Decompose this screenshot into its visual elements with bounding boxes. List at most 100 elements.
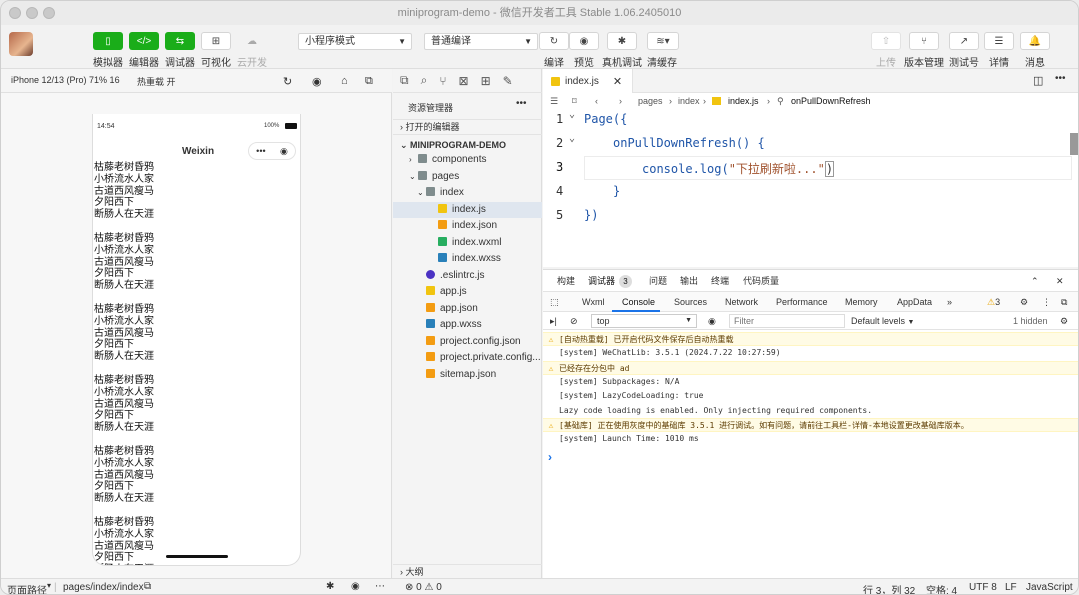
editor-toggle-button[interactable]: </> xyxy=(129,32,159,50)
list-icon[interactable]: ☰ xyxy=(550,93,558,109)
bug-icon[interactable]: ✱ xyxy=(326,581,334,592)
tab-problems[interactable]: 问题 xyxy=(649,270,667,292)
tab-network[interactable]: Network xyxy=(725,292,758,312)
close-icon[interactable]: ✕ xyxy=(1056,270,1064,292)
copy-icon[interactable]: ⧉ xyxy=(144,581,151,592)
gear-icon[interactable]: ⚙ xyxy=(1060,312,1068,330)
breadcrumb-pages[interactable]: pages xyxy=(638,93,663,109)
more-icon[interactable]: ⋯ xyxy=(375,581,385,592)
page-path-label[interactable]: 页面路径 xyxy=(7,582,47,594)
compile-button[interactable]: ↻ xyxy=(539,32,569,50)
tab-build[interactable]: 构建 xyxy=(557,270,575,292)
extensions-icon[interactable]: ⊞ xyxy=(481,74,491,88)
close-circle-icon[interactable]: ◉ xyxy=(280,146,288,157)
branch-icon[interactable]: ⑂ xyxy=(439,74,446,88)
encoding[interactable]: UTF 8 xyxy=(969,582,997,593)
sidebar-icon[interactable]: ▸| xyxy=(550,312,557,330)
more-icon[interactable]: ••• xyxy=(256,146,265,156)
tab-memory[interactable]: Memory xyxy=(845,292,878,312)
refresh-icon[interactable]: ↻ xyxy=(283,75,292,88)
forward-icon[interactable]: › xyxy=(619,93,622,109)
fold-icon[interactable]: ⌄ xyxy=(569,133,575,144)
open-editors-header[interactable]: › 打开的编辑器 xyxy=(393,119,542,135)
popout-icon[interactable]: ⧉ xyxy=(365,75,373,88)
language-mode[interactable]: JavaScript xyxy=(1026,582,1073,593)
more-tabs-icon[interactable]: » xyxy=(947,292,952,312)
chevron-up-icon[interactable]: ⌃ xyxy=(1031,270,1039,292)
upload-button[interactable]: ⇧ xyxy=(871,32,901,50)
file-tree-item[interactable]: app.json xyxy=(393,301,542,317)
close-window-button[interactable] xyxy=(9,7,21,19)
file-tree-item[interactable]: index.wxss xyxy=(393,251,542,267)
console-message[interactable]: [system] Subpackages: N/A xyxy=(543,375,1078,389)
tab-code-quality[interactable]: 代码质量 xyxy=(743,270,779,292)
tab-appdata[interactable]: AppData xyxy=(897,292,932,312)
console-message[interactable]: [system] LazyCodeLoading: true xyxy=(543,389,1078,403)
file-tree-item[interactable]: index.json xyxy=(393,218,542,234)
minimize-window-button[interactable] xyxy=(26,7,38,19)
debugger-toggle-button[interactable]: ⇆ xyxy=(165,32,195,50)
back-icon[interactable]: ‹ xyxy=(595,93,598,109)
more-icon[interactable]: ••• xyxy=(516,98,527,109)
split-icon[interactable]: ◫ xyxy=(1033,74,1043,87)
console-message[interactable]: Lazy code loading is enabled. Only injec… xyxy=(543,404,1078,418)
console-filter-input[interactable] xyxy=(729,314,845,328)
file-tree-item[interactable]: sitemap.json xyxy=(393,367,542,383)
eye-icon[interactable]: ◉ xyxy=(351,581,360,592)
tab-sources[interactable]: Sources xyxy=(674,292,707,312)
tab-performance[interactable]: Performance xyxy=(776,292,828,312)
tool-icon[interactable]: ✎ xyxy=(503,74,513,88)
file-tree-item[interactable]: index.wxml xyxy=(393,235,542,251)
visual-toggle-button[interactable]: ⊞ xyxy=(201,32,231,50)
tab-terminal[interactable]: 终端 xyxy=(711,270,729,292)
device-select[interactable]: iPhone 12/13 (Pro) 71% 16 xyxy=(11,75,120,85)
home-icon[interactable]: ⌂ xyxy=(341,75,348,87)
avatar[interactable] xyxy=(9,32,33,56)
file-tree-item[interactable]: app.wxss xyxy=(393,317,542,333)
tab-index-js[interactable]: index.js ✕ xyxy=(543,69,633,93)
breadcrumb-symbol[interactable]: onPullDownRefresh xyxy=(791,93,871,109)
remote-debug-button[interactable]: ✱ xyxy=(607,32,637,50)
eye-icon[interactable]: ◉ xyxy=(708,312,716,330)
problems-count[interactable]: ⊗ 0 ⚠ 0 xyxy=(405,582,442,593)
tab-output[interactable]: 输出 xyxy=(680,270,698,292)
tab-console[interactable]: Console xyxy=(622,292,655,312)
cloud-dev-button[interactable]: ☁ xyxy=(237,32,267,50)
eol[interactable]: LF xyxy=(1005,582,1017,593)
outline-header[interactable]: › 大纲 xyxy=(393,564,542,578)
breadcrumb-file[interactable]: index.js xyxy=(728,93,759,109)
close-icon[interactable]: ✕ xyxy=(613,75,622,88)
version-button[interactable]: ⑂ xyxy=(909,32,939,50)
console-prompt[interactable]: › xyxy=(548,450,552,464)
more-icon[interactable]: ⋮ xyxy=(1042,292,1051,312)
tab-debugger[interactable]: 调试器 3 xyxy=(588,270,633,292)
simulator-toggle-button[interactable]: ▯ xyxy=(93,32,123,50)
maximize-window-button[interactable] xyxy=(43,7,55,19)
console-message[interactable]: ⚠ [自动热重载] 已开启代码文件保存后自动热重载 xyxy=(543,332,1078,346)
mode-select[interactable]: 小程序模式 ▼ xyxy=(298,33,412,50)
file-tree-item[interactable]: ⌄ index xyxy=(393,185,542,201)
details-button[interactable]: ☰ xyxy=(984,32,1014,50)
file-tree-item[interactable]: project.private.config... xyxy=(393,350,542,366)
file-tree-item[interactable]: › components xyxy=(393,152,542,168)
cursor-position[interactable]: 行 3，列 32 xyxy=(863,582,915,594)
file-tree-item[interactable]: index.js xyxy=(393,201,542,218)
hotreload-select[interactable]: 热重载 开 xyxy=(137,75,176,88)
page-path[interactable]: pages/index/index xyxy=(63,582,144,593)
debug-icon[interactable]: ⊠ xyxy=(459,74,469,88)
file-tree-item[interactable]: project.config.json xyxy=(393,334,542,350)
inspect-icon[interactable]: ⬚ xyxy=(550,292,559,312)
console-message[interactable]: ⚠ 已经存在分包中 ad xyxy=(543,360,1078,375)
fold-icon[interactable]: ⌄ xyxy=(569,109,575,120)
log-levels-select[interactable]: Default levels ▼ xyxy=(851,312,914,332)
clear-cache-button[interactable]: ≋▾ xyxy=(647,32,679,50)
messages-button[interactable]: 🔔 xyxy=(1020,32,1050,50)
editor-scrollbar[interactable] xyxy=(1070,133,1078,155)
project-header[interactable]: ⌄ MINIPROGRAM-DEMO xyxy=(393,137,542,153)
test-account-button[interactable]: ↗ xyxy=(949,32,979,50)
files-icon[interactable]: ⧉ xyxy=(400,73,409,88)
dock-icon[interactable]: ⧉ xyxy=(1061,292,1067,312)
file-tree-item[interactable]: .eslintrc.js xyxy=(393,268,542,284)
search-icon[interactable]: ⌕ xyxy=(421,73,428,88)
gear-icon[interactable]: ⚙ xyxy=(1020,292,1028,312)
